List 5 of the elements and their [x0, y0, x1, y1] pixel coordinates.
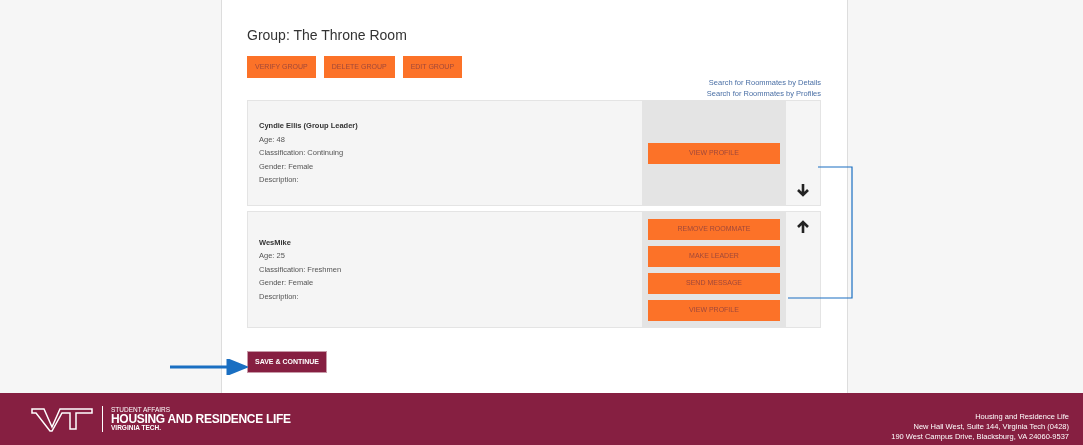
- logo-main-text: HOUSING AND RESIDENCE LIFE: [111, 413, 291, 425]
- up-arrow-icon[interactable]: [797, 220, 809, 233]
- group-title: Group: The Throne Room: [247, 26, 408, 44]
- logo-icon: [30, 406, 94, 432]
- down-arrow-icon[interactable]: [797, 184, 809, 197]
